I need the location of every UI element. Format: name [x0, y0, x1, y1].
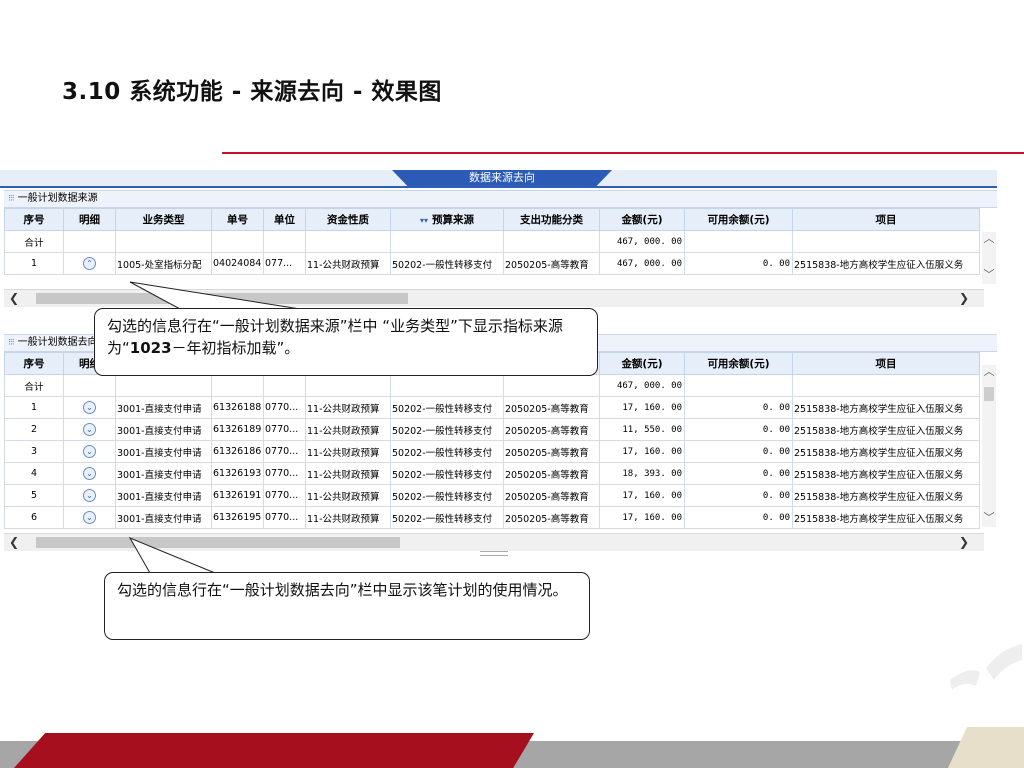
- callout-pointers: [128, 281, 301, 574]
- callout-source-note: 勾选的信息行在“一般计划数据来源”栏中 “业务类型”下显示指标来源为“1023－…: [94, 308, 598, 376]
- decorative-swoosh-icon: [950, 644, 1022, 690]
- callout1-text-end: －年初指标加载”。: [171, 339, 300, 357]
- callout2-text: 勾选的信息行在“一般计划数据去向”栏中显示该笔计划的使用情况。: [117, 581, 568, 599]
- callout-dest-note: 勾选的信息行在“一般计划数据去向”栏中显示该笔计划的使用情况。: [104, 572, 590, 640]
- footer-red-band: [14, 733, 534, 768]
- callout1-bold: 1023: [129, 339, 172, 357]
